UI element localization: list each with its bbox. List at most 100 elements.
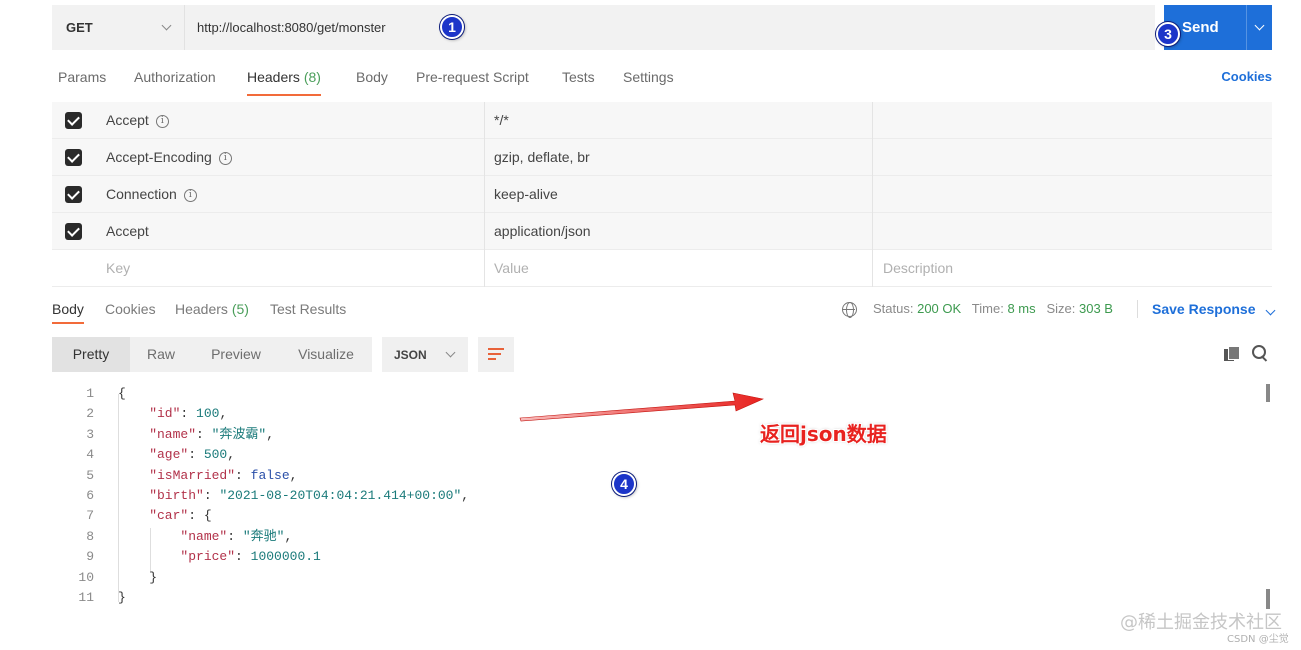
cookies-link[interactable]: Cookies [1221,62,1272,92]
view-mode-preview[interactable]: Preview [192,337,280,372]
header-enabled-checkbox[interactable] [64,186,82,203]
code-token: "age" [118,447,189,463]
response-tab-headers[interactable]: Headers (5) [175,296,249,322]
header-value[interactable]: gzip, deflate, br [494,139,590,176]
status-value[interactable]: 200 OK [917,301,961,316]
response-tab-body[interactable]: Body [52,296,84,324]
view-mode-raw[interactable]: Raw [130,337,192,372]
column-divider [484,176,485,213]
column-divider [872,102,873,139]
code-token: , [219,406,228,422]
header-key[interactable]: Accept i [106,102,169,139]
header-description-input[interactable]: Description [883,250,953,287]
code-text: "price": 1000000.1 [118,547,320,567]
line-number: 5 [86,467,94,483]
code-token: : [203,488,220,503]
scrollbar-thumb[interactable] [1266,384,1270,402]
wrap-lines-button[interactable] [478,337,514,372]
header-key-input[interactable]: Key [106,250,130,287]
url-bar: GET [52,5,1155,50]
response-tab-test-results[interactable]: Test Results [270,296,346,322]
view-mode-visualize[interactable]: Visualize [280,337,372,372]
line-number: 9 [86,549,94,565]
header-value[interactable]: */* [494,102,509,139]
tab-params[interactable]: Params [58,62,106,96]
header-value-input[interactable]: Value [494,250,529,287]
code-token: "奔驰" [242,528,285,544]
tab-body[interactable]: Body [356,62,388,96]
checkbox-cell [52,176,94,213]
header-enabled-checkbox[interactable] [64,223,82,240]
send-divider [1246,5,1247,50]
column-divider [484,139,485,176]
method-label: GET [66,20,93,35]
tab-prerequest-script[interactable]: Pre-request Script [416,62,529,96]
headers-table: Accept i */* Accept-Encoding i gzip, defla… [52,102,1272,287]
code-token: "name" [118,528,228,544]
code-token: "2021-08-20T04:04:21.414+00:00" [219,488,462,503]
code-token: , [227,447,236,463]
code-token: "name" [118,426,197,442]
code-text: "name": "奔波霸", [118,425,274,445]
tab-authorization[interactable]: Authorization [134,62,216,96]
chevron-down-icon[interactable] [1254,20,1265,31]
format-select[interactable]: JSON [382,337,468,372]
time-value[interactable]: 8 ms [1007,301,1035,316]
search-icon[interactable] [1252,345,1268,361]
code-token: "car" [118,508,189,524]
response-tab-headers-label: Headers [175,301,228,317]
line-number: 8 [86,528,94,544]
code-scrollbar[interactable] [1266,384,1270,609]
chevron-down-icon [161,20,172,31]
save-response-button[interactable]: Save Response [1152,296,1276,322]
code-token: : [196,426,212,442]
header-row: Accept application/json [52,213,1272,250]
scrollbar-thumb[interactable] [1266,589,1270,609]
size-value[interactable]: 303 B [1079,301,1113,316]
header-value[interactable]: keep-alive [494,176,558,213]
header-key[interactable]: Accept-Encoding i [106,139,232,176]
code-token: : [188,447,204,463]
header-enabled-checkbox[interactable] [64,112,82,129]
copy-icon[interactable] [1224,346,1240,361]
method-select[interactable]: GET [52,5,185,50]
code-token: , [266,426,275,442]
url-input[interactable] [185,5,1155,50]
column-divider [484,102,485,139]
send-button[interactable]: Send [1164,5,1272,50]
line-number: 11 [78,590,94,605]
header-enabled-checkbox[interactable] [64,149,82,166]
status-label: Status: [873,301,914,316]
line-number: 1 [86,386,94,401]
code-token: , [284,528,293,544]
badge-3: 3 [1156,22,1180,46]
column-divider [872,176,873,213]
chevron-down-icon [1265,305,1276,316]
view-mode-pretty[interactable]: Pretty [52,337,130,372]
checkbox-cell [52,213,94,250]
code-token: "price" [118,549,236,565]
response-tab-cookies[interactable]: Cookies [105,296,156,322]
header-value[interactable]: application/json [494,213,591,250]
checkbox-cell [52,139,94,176]
code-token: 500 [203,447,228,463]
save-response-label: Save Response [1152,301,1256,317]
header-key-text: Accept [106,112,149,128]
tab-settings[interactable]: Settings [623,62,674,96]
badge-1: 1 [440,15,464,39]
tab-tests[interactable]: Tests [562,62,595,96]
globe-icon[interactable] [842,302,857,318]
header-key[interactable]: Connection i [106,176,197,213]
code-text: } [118,588,126,608]
divider [1137,300,1138,318]
code-token: "birth" [118,488,204,503]
format-label: JSON [394,347,427,362]
watermark-sub: CSDN @尘觉 [1227,634,1289,645]
response-status: Status: 200 OK Time: 8 ms Size: 303 B [873,296,1113,322]
response-bar: Body Cookies Headers (5) Test Results St… [52,296,1276,326]
code-token: "奔波霸" [211,426,267,442]
tab-headers[interactable]: Headers (8) [247,62,321,96]
header-key[interactable]: Accept [106,213,149,250]
tab-headers-count: (8) [303,69,321,85]
column-divider [872,139,873,176]
